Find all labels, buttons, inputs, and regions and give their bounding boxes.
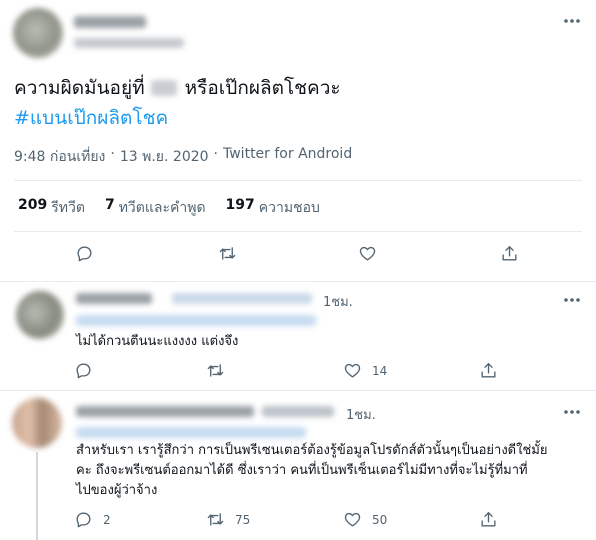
share-button[interactable] [500,244,519,263]
like-count: 50 [372,512,388,527]
replying-to-mention[interactable] [76,427,306,438]
redacted-name [150,80,177,96]
reply-button[interactable]: 2 [74,510,111,529]
quotes-stat[interactable]: 7 ทวีตและคำพูด [105,197,206,219]
retweet-button[interactable] [206,361,225,380]
thread-line [36,452,38,540]
tweet-text-before: ความผิดมันอยู่ที่ [14,77,145,99]
retweets-count: 209 [18,197,48,213]
reply-time[interactable]: 1ชม. [323,291,353,312]
author-handle[interactable] [74,38,184,48]
retweet-button[interactable]: 75 [206,510,250,529]
reply-text-line: ไปของผู้ว่าจ้าง [76,483,158,498]
reply-button[interactable] [74,361,93,380]
heart-icon [344,512,361,527]
reply-icon [77,246,92,262]
meta-separator: · [213,146,218,162]
like-button[interactable]: 14 [343,361,387,380]
share-button[interactable] [479,510,498,529]
quotes-count: 7 [104,197,115,213]
retweet-count: 75 [235,512,251,527]
tweet-text-after: หรือเป๊กผลิตโชควะ [184,77,341,99]
reply-text: ไม่ได้กวนตีนนะแงงงง แต่งจึง [76,334,239,349]
likes-stat[interactable]: 197 ความชอบ [226,197,320,219]
reply-icon [76,363,91,379]
hashtag-link[interactable]: #แบนเป๊กผลิตโชค [14,105,168,131]
retweets-label: รีทวีต [51,200,85,216]
reply-avatar[interactable] [12,398,62,448]
reply-time[interactable]: 1ชม. [346,404,376,425]
author-name[interactable] [74,16,146,28]
retweet-button[interactable] [218,244,237,263]
likes-label: ความชอบ [258,200,320,216]
share-button[interactable] [479,361,498,380]
tweet-time[interactable]: 9:48 ก่อนเที่ยง [14,146,105,168]
reply-text-line: คะ ถึงจะพรีเซนต์ออกมาได้ดี ซึ่งเราว่า คน… [76,463,528,478]
heart-icon [359,246,376,261]
reply-avatar[interactable] [16,291,64,339]
tweet-date[interactable]: 13 พ.ย. 2020 [120,146,209,168]
share-icon [481,512,496,527]
retweet-icon [207,513,224,526]
divider [14,180,582,181]
reply-text-line: สำหรับเรา เรารู้สึกว่า การเป็นพรีเซนเตอร… [76,443,548,458]
author-avatar[interactable] [13,8,63,58]
share-icon [481,363,496,378]
reply-author-handle[interactable] [262,406,334,417]
retweet-icon [219,247,236,260]
tweet-source[interactable]: Twitter for Android [223,146,352,168]
divider [0,281,596,282]
quotes-label: ทวีตและคำพูด [118,200,206,216]
reply-icon [76,512,91,528]
more-options-icon[interactable] [561,14,583,28]
likes-count: 197 [225,197,255,213]
like-button[interactable]: 50 [343,510,387,529]
tweet-stats: 209 รีทวีต 7 ทวีตและคำพูด 197 ความชอบ [18,197,320,219]
reply-author-name[interactable] [76,293,152,304]
reply-author-name[interactable] [76,406,254,417]
retweet-icon [207,364,224,377]
reply-author-handle[interactable] [172,293,312,304]
tweet-text: ความผิดมันอยู่ที่ หรือเป๊กผลิตโชควะ [14,75,341,101]
like-button[interactable] [358,244,377,263]
share-icon [502,246,517,261]
reply-text: สำหรับเรา เรารู้สึกว่า การเป็นพรีเซนเตอร… [76,441,548,501]
more-options-icon[interactable] [561,405,583,419]
like-count: 14 [372,363,388,378]
meta-separator: · [110,146,115,162]
retweets-stat[interactable]: 209 รีทวีต [18,197,85,219]
more-options-icon[interactable] [561,293,583,307]
divider [14,231,582,232]
replying-to-mention[interactable] [76,315,316,326]
reply-count: 2 [103,512,111,527]
heart-icon [344,363,361,378]
tweet-meta: 9:48 ก่อนเที่ยง · 13 พ.ย. 2020 · Twitter… [14,146,352,168]
reply-button[interactable] [75,244,94,263]
divider [0,390,596,391]
